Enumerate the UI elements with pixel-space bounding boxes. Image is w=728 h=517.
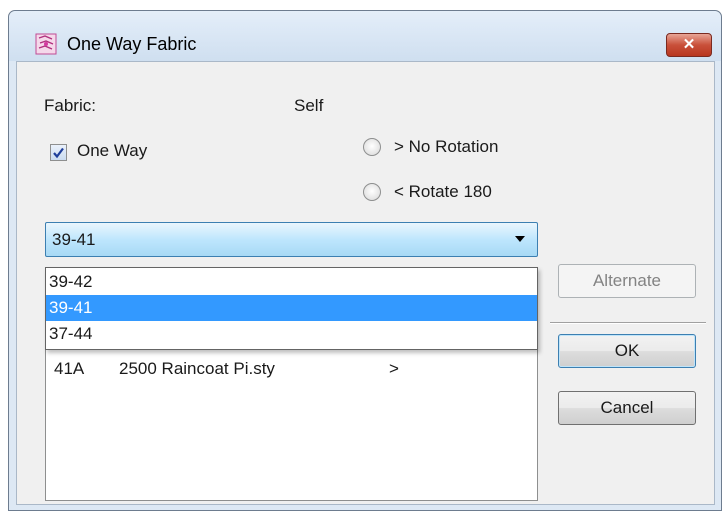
rotate-180-radio[interactable] [363,183,381,201]
cancel-button[interactable]: Cancel [558,391,696,425]
dropdown-option-selected[interactable]: 39-41 [46,295,537,321]
no-rotation-radio[interactable] [363,138,381,156]
list-item-code[interactable]: 41A [54,359,84,379]
combobox-dropdown[interactable]: 39-42 39-41 37-44 [45,267,538,350]
title-bar[interactable]: One Way Fabric ✕ [9,11,721,61]
separator [550,322,706,324]
rotate-180-label[interactable]: < Rotate 180 [394,182,492,202]
fabric-label: Fabric: [44,96,96,115]
size-combobox[interactable]: 39-41 [45,222,538,257]
chevron-down-icon[interactable] [515,236,525,242]
close-button[interactable]: ✕ [666,33,712,57]
alternate-button[interactable]: Alternate [558,264,696,298]
combobox-value: 39-41 [52,230,96,249]
dropdown-option[interactable]: 39-42 [46,269,537,295]
ok-button[interactable]: OK [558,334,696,368]
one-way-label[interactable]: One Way [77,141,147,161]
one-way-checkbox[interactable] [50,144,67,161]
checkmark-icon [53,147,64,159]
style-list[interactable]: 41A 2500 Raincoat Pi.sty > [45,348,538,501]
app-icon [35,33,57,55]
dropdown-option[interactable]: 37-44 [46,321,537,347]
no-rotation-label[interactable]: > No Rotation [394,137,498,157]
dialog-window: One Way Fabric ✕ Fabric: Self One Way > … [8,10,722,511]
window-title: One Way Fabric [67,34,197,54]
list-item-direction[interactable]: > [389,359,399,379]
fabric-value: Self [294,96,324,115]
list-item-name[interactable]: 2500 Raincoat Pi.sty [119,359,275,379]
